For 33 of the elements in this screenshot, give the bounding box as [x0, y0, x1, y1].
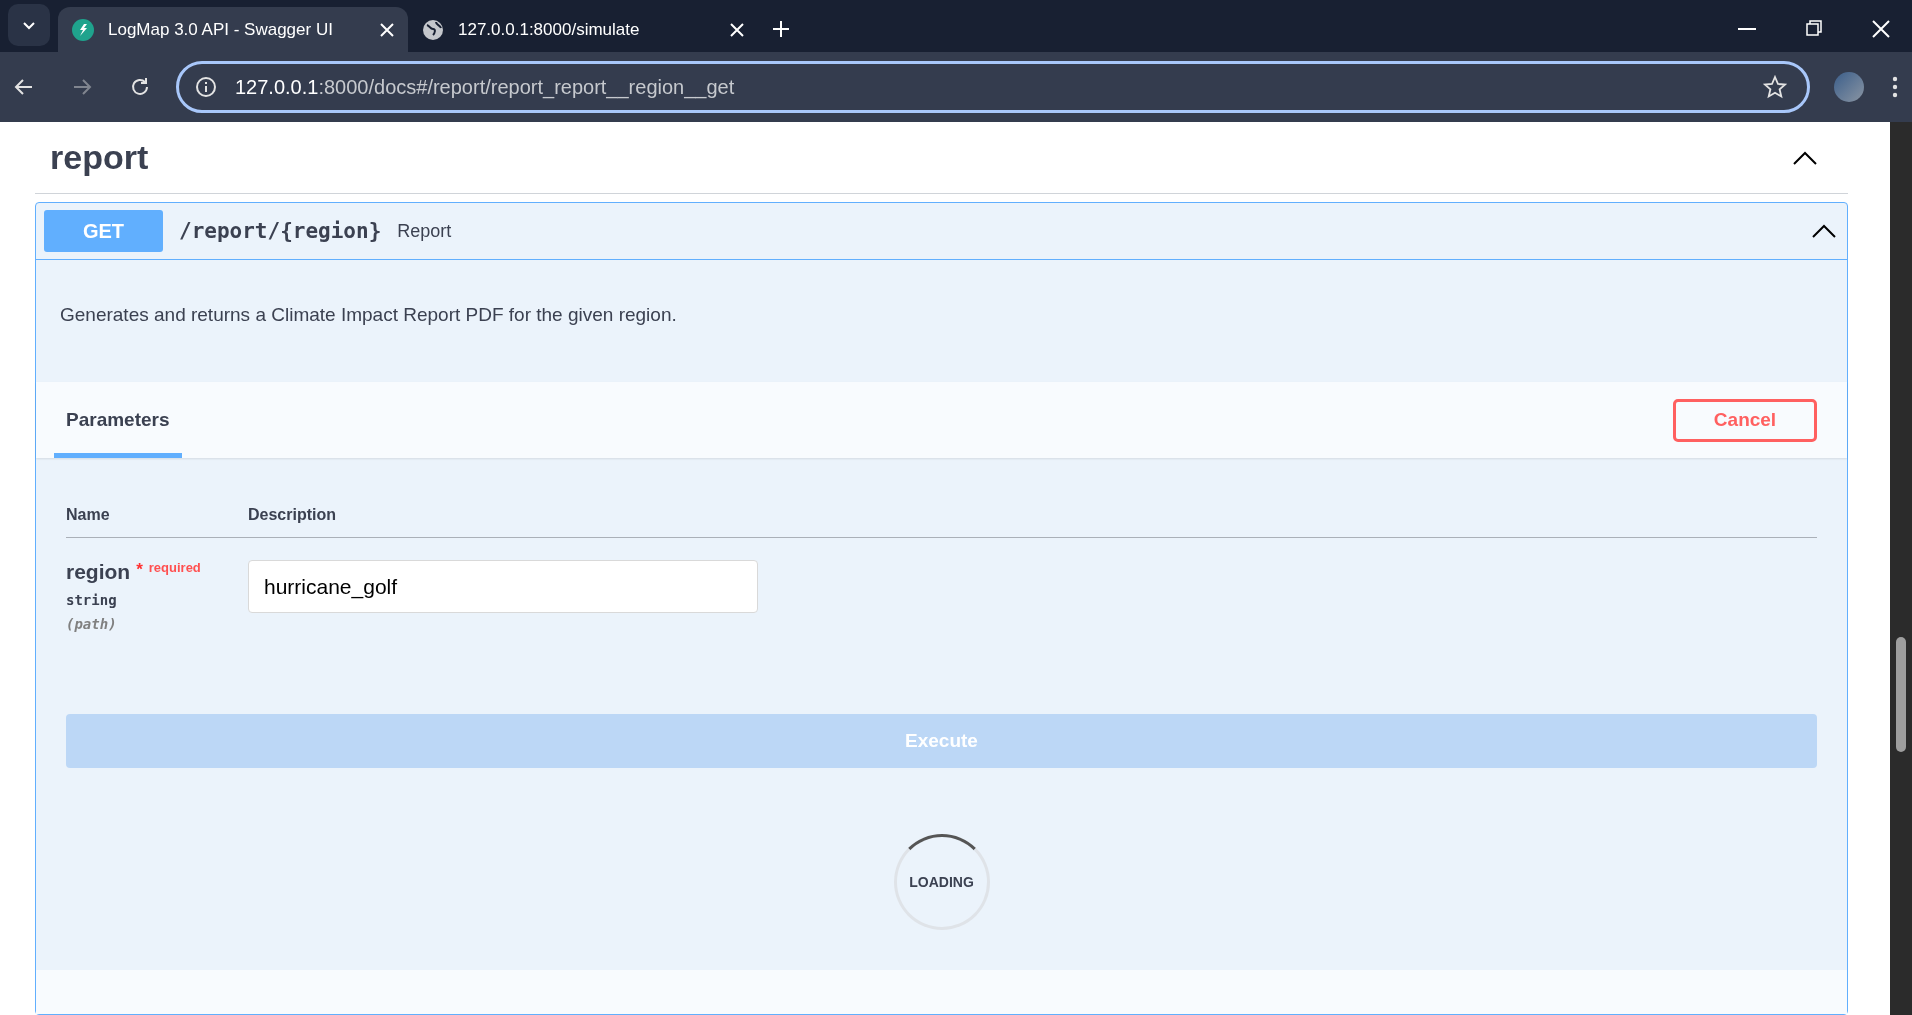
required-label: required [148, 560, 201, 575]
endpoint-summary: Report [397, 220, 453, 242]
collapse-icon[interactable] [1811, 223, 1837, 239]
info-icon [195, 76, 217, 98]
input-field[interactable]: hurricane_golf [248, 560, 758, 613]
globe-icon [422, 18, 444, 41]
browser-tab[interactable]: LogMap 3.0 API - Swagger UI [58, 7, 408, 52]
loading-spinner: LOADING [893, 834, 990, 930]
browser-tab[interactable]: 127.0.0.1:8000/simulate [408, 7, 758, 52]
menu-icon[interactable] [1892, 76, 1898, 98]
close-tab-icon[interactable] [730, 22, 744, 37]
method-badge: GET [44, 210, 163, 252]
collapse-icon[interactable] [1792, 149, 1818, 166]
close-tab-icon[interactable] [380, 22, 394, 37]
parameter-type: string [66, 592, 118, 608]
parameter-name: region [66, 560, 131, 584]
restore-icon[interactable] [1806, 20, 1822, 36]
profile-avatar[interactable] [1834, 72, 1864, 102]
close-icon[interactable] [1872, 20, 1890, 38]
required-asterisk: * [136, 560, 143, 580]
column-header: Description [248, 505, 336, 524]
parameter-location: (path) [66, 616, 118, 632]
column-header: Name [66, 505, 111, 524]
section-title[interactable]: report [50, 138, 149, 177]
scrollbar[interactable] [1890, 122, 1912, 1015]
star-icon[interactable] [1763, 75, 1787, 99]
parameters-tab[interactable]: Parameters [54, 382, 182, 458]
endpoint-path[interactable]: /report/{region} [179, 219, 382, 243]
new-tab-icon[interactable] [772, 20, 790, 38]
endpoint-description: Generates and returns a Climate Impact Report PDF for the given region. [59, 303, 678, 327]
address-bar[interactable]: 127.0.0.1:8000/docs#/report/report_report__region__get [176, 61, 1810, 113]
caret-icon [22, 20, 36, 30]
app-logo-icon [72, 18, 94, 41]
